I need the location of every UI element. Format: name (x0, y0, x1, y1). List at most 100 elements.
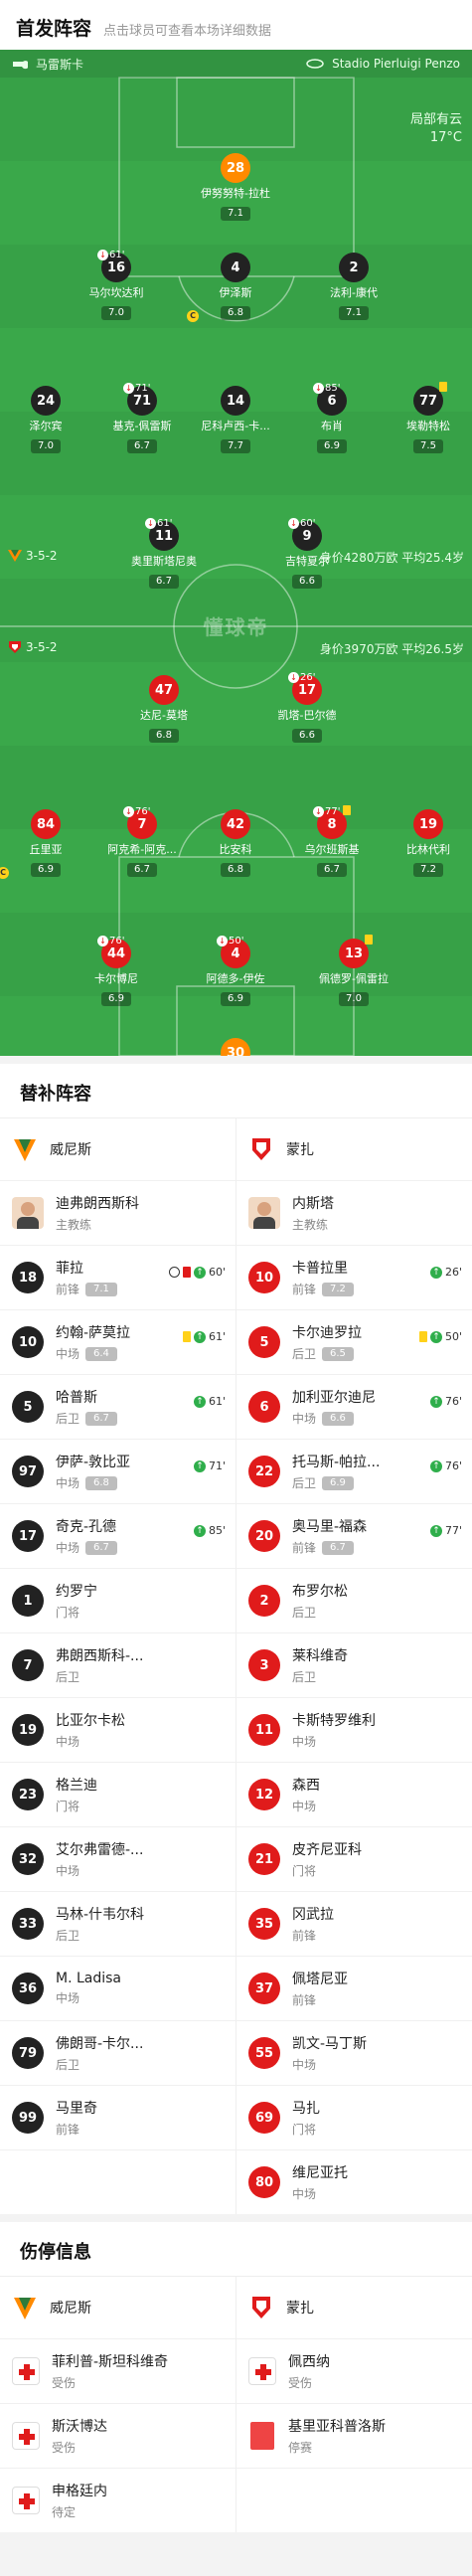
player-home[interactable]: 6 ↓ 85' 布肖 6.9 (287, 383, 377, 453)
goal-icon (168, 1267, 180, 1278)
sub-row: 17 奇克-孔德 中场 6.7 ↑ 85' 20 奥马里-福森 前锋 6.7 ↑ 77' (0, 1503, 472, 1568)
sub-position: 门将 (56, 1800, 80, 1813)
sub-row: 7 弗朗西斯科-... 后卫 3 莱科维奇 后卫 (0, 1632, 472, 1697)
sub-player[interactable]: 12 森西 中场 (236, 1763, 472, 1826)
sub-events: ↑ 26' (429, 1266, 462, 1279)
subs-away-team[interactable]: 蒙扎 (236, 1118, 472, 1180)
player-away[interactable]: 42 比安科 6.8 (191, 809, 280, 877)
player-name: 比林代利 (406, 843, 450, 856)
player-away[interactable]: 44 ↓ 76' 卡尔博尼 6.9 (72, 936, 161, 1006)
sub-events: ↑ 60' (168, 1266, 226, 1279)
sub-number: 5 (12, 1391, 44, 1423)
player-home[interactable]: 16 ↓ 61' 马尔坎达利 7.0 (72, 250, 161, 320)
sub-number: 5 (248, 1326, 280, 1358)
sub-player[interactable]: 5 哈普斯 后卫 6.7 ↑ 61' (0, 1375, 236, 1439)
player-home[interactable]: 71 ↓ 71' 基克-佩雷斯 6.7 (97, 383, 187, 453)
sub-off-indicator: ↓ 76' (123, 806, 150, 817)
player-rating: 7.0 (101, 306, 131, 320)
injury-row: 菲利普-斯坦科维奇 受伤 佩西纳 受伤 (0, 2338, 472, 2403)
sub-number: 33 (12, 1908, 44, 1940)
sub-player[interactable]: 5 卡尔迪罗拉 后卫 6.5 ↑ 50' (236, 1310, 472, 1374)
away-value: 身价3970万欧 平均26.5岁 (319, 642, 464, 656)
player-away[interactable]: 84 C 丘里亚 6.9 (0, 809, 90, 879)
sub-player[interactable]: 11 卡斯特罗维利 中场 (236, 1698, 472, 1762)
injury-player[interactable]: 基里亚科普洛斯 停赛 (236, 2404, 472, 2468)
sub-rating: 6.7 (85, 1411, 117, 1426)
sub-off-indicator: ↓ 26' (288, 672, 315, 683)
sub-player[interactable]: 6 加利亚尔迪尼 中场 6.6 ↑ 76' (236, 1375, 472, 1439)
sub-player[interactable]: 55 凯文-马丁斯 中场 (236, 2021, 472, 2085)
sub-player[interactable]: 10 约翰-萨莫拉 中场 6.4 ↑ 61' (0, 1310, 236, 1374)
player-home[interactable]: 14 尼科卢西-卡... 7.7 (191, 386, 280, 453)
sub-name: 卡斯特罗维利 (292, 1713, 376, 1729)
sub-player[interactable]: 35 冈武拉 前锋 (236, 1892, 472, 1956)
sub-name: 森西 (292, 1778, 320, 1794)
away-coach[interactable]: 内斯塔 主教练 (236, 1181, 472, 1245)
sub-player[interactable]: 2 布罗尔松 后卫 (236, 1569, 472, 1632)
sub-player[interactable]: 3 莱科维奇 后卫 (236, 1633, 472, 1697)
sub-player[interactable]: 37 佩塔尼亚 前锋 (236, 1957, 472, 2020)
player-away[interactable]: 47 达尼-莫塔 6.8 (119, 675, 209, 743)
player-rating: 6.6 (292, 729, 322, 743)
sub-player[interactable]: 10 卡普拉里 前锋 7.2 ↑ 26' (236, 1246, 472, 1309)
sub-name: 皮齐尼亚科 (292, 1842, 362, 1858)
sub-player[interactable]: 99 马里奇 前锋 (0, 2086, 236, 2149)
sub-player[interactable]: 80 维尼亚托 中场 (236, 2150, 472, 2214)
sub-player[interactable]: 32 艾尔弗雷德-... 中场 (0, 1827, 236, 1891)
sub-off-indicator: ↓ 50' (217, 936, 243, 946)
sub-position: 中场 (292, 2058, 317, 2072)
injury-home-name: 威尼斯 (50, 2301, 91, 2317)
sub-player[interactable]: 97 伊萨-敦比亚 中场 6.8 ↑ 71' (0, 1440, 236, 1503)
player-away[interactable]: 19 比林代利 7.2 (384, 809, 472, 877)
sub-name: 马扎 (292, 2101, 320, 2117)
sub-player[interactable]: 20 奥马里-福森 前锋 6.7 ↑ 77' (236, 1504, 472, 1568)
injury-name: 佩西纳 (288, 2354, 330, 2370)
sub-player[interactable]: 69 马扎 门将 (236, 2086, 472, 2149)
sub-rating: 6.9 (322, 1475, 354, 1490)
sub-player[interactable]: 18 菲拉 前锋 7.1 ↑ 60' (0, 1246, 236, 1309)
home-coach[interactable]: 迪弗朗西斯科 主教练 (0, 1181, 236, 1245)
sub-number: 37 (248, 1973, 280, 2004)
player-number: 30 (221, 1038, 250, 1056)
player-number: 14 (221, 386, 250, 416)
sub-player[interactable]: 22 托马斯-帕拉... 后卫 6.9 ↑ 76' (236, 1440, 472, 1503)
player-away[interactable]: 13 佩德罗-佩雷拉 7.0 (309, 935, 398, 1006)
sub-minute: 85' (325, 383, 341, 394)
player-home[interactable]: 24 泽尔宾 7.0 (1, 386, 90, 453)
sub-on-icon: ↑ (193, 1330, 206, 1343)
player-home[interactable]: 4 C 伊泽斯 6.8 (187, 253, 280, 322)
sub-number: 32 (12, 1843, 44, 1875)
injury-home-team[interactable]: 威尼斯 (0, 2277, 236, 2338)
sub-player[interactable]: 21 皮齐尼亚科 门将 (236, 1827, 472, 1891)
player-away[interactable]: 7 ↓ 76' 阿克希-阿克... 6.7 (97, 806, 187, 877)
sub-player[interactable]: 33 马林-什韦尔科 后卫 (0, 1892, 236, 1956)
sub-minute: 61' (109, 250, 125, 260)
player-home[interactable]: 2 法利-康代 7.1 (309, 253, 398, 320)
injury-player[interactable]: 申格廷内 待定 (0, 2469, 236, 2532)
injury-status: 停赛 (288, 2441, 313, 2455)
injury-player[interactable]: 斯沃博达 受伤 (0, 2404, 236, 2468)
player-away[interactable]: 8 ↓ 77' 乌尔班斯基 6.7 (287, 805, 377, 877)
player-away[interactable]: 30图拉蒂7.1 (191, 1038, 280, 1056)
injuries-title: 伤停信息 (20, 2242, 91, 2263)
player-away[interactable]: 4 ↓ 50' 阿德多-伊佐 6.9 (191, 936, 280, 1006)
player-home[interactable]: 28 伊努努特-拉杜 7.1 (191, 153, 280, 221)
player-home[interactable]: 77 埃勒特松 7.5 (384, 382, 472, 453)
sub-name: 伊萨-敦比亚 (56, 1455, 131, 1470)
injury-player[interactable]: 菲利普-斯坦科维奇 受伤 (0, 2339, 236, 2403)
sub-player[interactable]: 17 奇克-孔德 中场 6.7 ↑ 85' (0, 1504, 236, 1568)
sub-player[interactable]: 19 比亚尔卡松 中场 (0, 1698, 236, 1762)
sub-player[interactable]: 36 M. Ladisa 中场 (0, 1957, 236, 2020)
sub-player[interactable]: 7 弗朗西斯科-... 后卫 (0, 1633, 236, 1697)
sub-player[interactable]: 23 格兰迪 门将 (0, 1763, 236, 1826)
injury-player[interactable]: 佩西纳 受伤 (236, 2339, 472, 2403)
sub-row: 97 伊萨-敦比亚 中场 6.8 ↑ 71' 22 托马斯-帕拉... 后卫 6.9 ↑ 76' (0, 1439, 472, 1503)
sub-name: 奇克-孔德 (56, 1519, 117, 1535)
injury-away-team[interactable]: 蒙扎 (236, 2277, 472, 2338)
player-away[interactable]: 17 ↓ 26' 凯塔-巴尔德 6.6 (262, 672, 352, 743)
sub-number: 7 (12, 1649, 44, 1681)
subs-home-team[interactable]: 威尼斯 (0, 1118, 236, 1180)
sub-player[interactable]: 1 约罗宁 门将 (0, 1569, 236, 1632)
player-name: 乌尔班斯基 (304, 843, 360, 856)
sub-player[interactable]: 79 佛朗哥-卡尔... 后卫 (0, 2021, 236, 2085)
